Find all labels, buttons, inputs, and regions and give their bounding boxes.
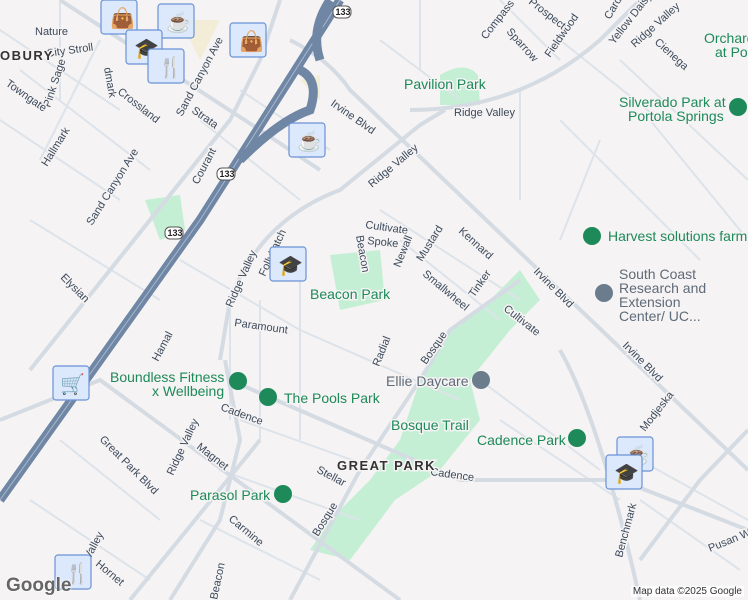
street-label: Crossland bbox=[115, 86, 161, 126]
street-label: Hornet bbox=[93, 558, 126, 588]
street-label: Irvine Blvd bbox=[531, 266, 576, 311]
park-label: at Portola bbox=[715, 44, 748, 60]
google-logo[interactable]: Google bbox=[6, 575, 71, 597]
district-label: OBURY bbox=[0, 48, 54, 63]
street-label: Kennard bbox=[456, 225, 495, 262]
tree-icon[interactable] bbox=[729, 98, 747, 116]
street-label: Hamal bbox=[150, 330, 176, 364]
svg-text:133: 133 bbox=[336, 7, 351, 17]
park-label: The Pools Park bbox=[284, 390, 381, 406]
map-attribution[interactable]: Map data ©2025 Google bbox=[630, 586, 744, 597]
street-label: Irvine Blvd bbox=[328, 98, 377, 137]
restaurant-icon[interactable]: 🍴 bbox=[147, 48, 185, 84]
place-label: Ellie Daycare bbox=[386, 373, 469, 389]
svg-text:👜: 👜 bbox=[110, 6, 135, 30]
street-label: Cadence bbox=[430, 466, 475, 484]
park-label: Parasol Park bbox=[190, 487, 271, 503]
street-label: Mustard bbox=[414, 224, 445, 264]
street-label: Great Park Blvd bbox=[97, 434, 160, 497]
street-label: Tinker bbox=[467, 268, 494, 300]
flower-icon[interactable] bbox=[583, 227, 601, 245]
park-label: Pavilion Park bbox=[404, 76, 487, 92]
park-label: Harvest solutions farm bbox=[608, 228, 747, 244]
park-label: Bosque Trail bbox=[391, 417, 469, 433]
place-label: Center/ UC... bbox=[619, 308, 701, 324]
district-label: GREAT PARK bbox=[337, 458, 436, 473]
street-label: Pusan Wy bbox=[707, 525, 748, 555]
svg-text:🛒: 🛒 bbox=[60, 372, 85, 396]
street-label: Sparrow bbox=[504, 26, 540, 65]
daycare-icon[interactable] bbox=[472, 371, 490, 389]
street-label: Ridge Valley bbox=[454, 107, 515, 119]
street-label: Nature bbox=[35, 26, 68, 38]
park-label: x Wellbeing bbox=[152, 383, 224, 399]
street-label: Beacon bbox=[208, 562, 227, 600]
school-icon[interactable] bbox=[595, 284, 613, 302]
street-label: Sand Canyon Ave bbox=[84, 147, 141, 228]
park-label: Beacon Park bbox=[310, 286, 391, 302]
tree-icon[interactable] bbox=[568, 429, 586, 447]
street-label: Cienega bbox=[652, 36, 691, 73]
street-label: Magnet bbox=[194, 441, 230, 473]
svg-text:🎓: 🎓 bbox=[614, 463, 639, 485]
street-label: Towngate bbox=[3, 78, 48, 115]
street-label: Elysian bbox=[58, 272, 92, 306]
street-label: dmark bbox=[101, 66, 118, 99]
fitness-icon[interactable] bbox=[229, 372, 247, 390]
park-label: Cadence Park bbox=[477, 432, 567, 448]
shopping-cart-icon[interactable]: 🛒 bbox=[52, 365, 90, 401]
street-label: Cultivate bbox=[365, 219, 409, 237]
street-label: Prospect bbox=[526, 0, 568, 32]
street-label: Strata bbox=[189, 105, 221, 132]
coffee-icon[interactable]: ☕ bbox=[157, 3, 195, 39]
svg-text:👜: 👜 bbox=[239, 29, 264, 53]
park-label: Portola Springs bbox=[628, 108, 724, 124]
graduation-cap-icon[interactable]: 🎓 bbox=[605, 454, 643, 490]
svg-text:🎓: 🎓 bbox=[278, 255, 303, 277]
highway-shield: 133 bbox=[216, 167, 236, 181]
place-labels: Pavilion Park Silverado Park at Portola … bbox=[109, 29, 748, 505]
graduation-cap-icon[interactable]: 🎓 bbox=[269, 246, 307, 282]
shopping-bag-icon[interactable]: 👜 bbox=[229, 22, 267, 58]
svg-text:☕: ☕ bbox=[166, 10, 191, 34]
tree-icon[interactable] bbox=[259, 388, 277, 406]
street-label: Cadence bbox=[219, 402, 264, 428]
svg-text:🍴: 🍴 bbox=[158, 55, 183, 79]
map-canvas[interactable]: 133 133 133 Nature City Stroll Pink Sage… bbox=[0, 0, 748, 600]
street-label: Hallmark bbox=[39, 125, 72, 169]
tree-icon[interactable] bbox=[274, 485, 292, 503]
highway-shield: 133 bbox=[164, 226, 184, 240]
street-label: Paramount bbox=[234, 317, 289, 336]
street-label: Irvine Blvd bbox=[620, 340, 665, 385]
coffee-icon[interactable]: ☕ bbox=[288, 122, 326, 158]
shopping-bag-icon[interactable]: 👜 bbox=[100, 0, 138, 35]
highway-shield: 133 bbox=[332, 5, 352, 19]
street-label: Modjeska bbox=[638, 389, 677, 434]
svg-text:133: 133 bbox=[168, 228, 183, 238]
street-label: Spoke bbox=[367, 235, 399, 250]
svg-text:133: 133 bbox=[220, 169, 235, 179]
street-label: Radial bbox=[371, 335, 394, 368]
svg-text:☕: ☕ bbox=[297, 129, 322, 153]
street-label: Ridge Valley bbox=[224, 248, 260, 309]
